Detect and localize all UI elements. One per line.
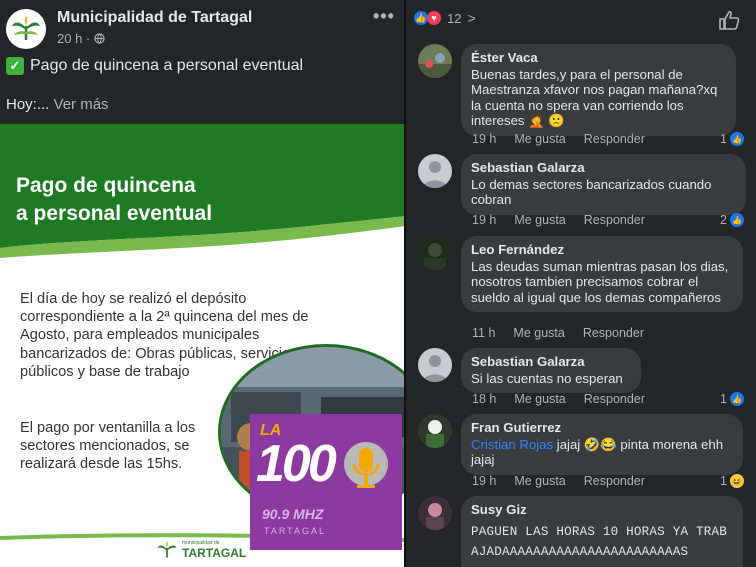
microphone-icon bbox=[344, 442, 388, 488]
profile-photo bbox=[418, 414, 452, 448]
comment-like-count: 1 bbox=[720, 132, 727, 146]
comment-like-count: 2 bbox=[720, 213, 727, 227]
reply-button[interactable]: Responder bbox=[583, 326, 644, 340]
like-comment-button[interactable]: Me gusta bbox=[513, 326, 564, 340]
comment-text: Si las cuentas no esperan bbox=[471, 370, 623, 386]
comment-actions: 18 h Me gusta Responder bbox=[472, 392, 645, 406]
comment-author[interactable]: Leo Fernández bbox=[471, 242, 733, 258]
post-image[interactable]: Pago de quincena a personal eventual El … bbox=[0, 124, 406, 567]
avatar[interactable] bbox=[418, 496, 452, 530]
radio-station-watermark: LA 100 90.9 MHZ TARTAGAL bbox=[250, 414, 402, 550]
like-reaction-icon: 👍 bbox=[730, 132, 744, 146]
comment-actions: 19 h Me gusta Responder bbox=[472, 132, 645, 146]
avatar[interactable] bbox=[418, 154, 452, 188]
radio-city: TARTAGAL bbox=[264, 526, 327, 536]
comment-author[interactable]: Susy Giz bbox=[471, 502, 733, 518]
comment-text: Lo demas sectores bancarizados cuando co… bbox=[471, 176, 712, 208]
post-timestamp[interactable]: 20 h · bbox=[57, 31, 105, 46]
comment-bubble: Fran Gutierrez Cristian Rojas jajaj 🤣😂 p… bbox=[461, 414, 743, 475]
like-comment-button[interactable]: Me gusta bbox=[514, 132, 565, 146]
love-reaction-icon: ♥ bbox=[427, 11, 441, 25]
comment-author[interactable]: Sebastian Galarza bbox=[471, 160, 736, 176]
comment-bubble: Leo Fernández Las deudas suman mientras … bbox=[461, 236, 743, 312]
comment-time[interactable]: 19 h bbox=[472, 213, 496, 227]
comment-author[interactable]: Éster Vaca bbox=[471, 50, 726, 66]
comment-reactions[interactable]: 1 👍 bbox=[720, 392, 744, 406]
comment-text: Buenas tardes,y para el personal de Maes… bbox=[471, 66, 718, 129]
chevron-right-icon: > bbox=[467, 10, 476, 26]
footer-brand-text: TARTAGAL bbox=[182, 546, 247, 560]
comment-reactions[interactable]: 1 😆 bbox=[720, 474, 744, 488]
comment-bubble: Éster Vaca Buenas tardes,y para el perso… bbox=[461, 44, 736, 136]
profile-photo bbox=[418, 44, 452, 78]
comments-panel: 👍 ♥ 12 > Éster Vaca Buenas tardes,y para… bbox=[406, 0, 756, 567]
profile-photo bbox=[418, 496, 452, 530]
radio-number: 100 bbox=[256, 435, 337, 493]
reactions-summary[interactable]: 👍 ♥ 12 > bbox=[414, 10, 476, 26]
comment-bubble: Sebastian Galarza Lo demas sectores banc… bbox=[461, 154, 746, 215]
profile-photo bbox=[418, 236, 452, 270]
reply-button[interactable]: Responder bbox=[584, 213, 645, 227]
avatar[interactable] bbox=[418, 414, 452, 448]
avatar[interactable] bbox=[418, 348, 452, 382]
page-avatar[interactable] bbox=[6, 9, 46, 49]
radio-frequency: 90.9 MHZ bbox=[262, 506, 324, 522]
municipality-logo-icon bbox=[12, 16, 40, 40]
reply-button[interactable]: Responder bbox=[584, 392, 645, 406]
haha-reaction-icon: 😆 bbox=[730, 474, 744, 488]
card-title: Pago de quincena a personal eventual bbox=[16, 174, 213, 225]
check-mark-icon: ✓ bbox=[6, 57, 24, 75]
like-button-icon[interactable] bbox=[718, 10, 740, 30]
comment-text: Las deudas suman mientras pasan los dias… bbox=[471, 258, 729, 305]
comment-like-count: 1 bbox=[720, 474, 727, 488]
more-options-button[interactable]: ••• bbox=[373, 6, 395, 27]
like-reaction-icon: 👍 bbox=[730, 392, 744, 406]
card-footer-logo: municipalidad de TARTAGAL bbox=[156, 540, 246, 560]
post-text-line2: Hoy:... Ver más bbox=[6, 96, 109, 113]
default-avatar-icon bbox=[418, 154, 452, 188]
post-headline: Pago de quincena a personal eventual bbox=[30, 57, 304, 74]
avatar[interactable] bbox=[418, 236, 452, 270]
comment-time[interactable]: 18 h bbox=[472, 392, 496, 406]
comment-reactions[interactable]: 1 👍 bbox=[720, 132, 744, 146]
reply-button[interactable]: Responder bbox=[584, 474, 645, 488]
comment-actions: 19 h Me gusta Responder bbox=[472, 474, 645, 488]
globe-icon bbox=[94, 33, 105, 44]
reply-button[interactable]: Responder bbox=[584, 132, 645, 146]
like-comment-button[interactable]: Me gusta bbox=[514, 392, 565, 406]
comment-actions: 11 h Me gusta Responder bbox=[472, 326, 644, 340]
mention-link[interactable]: Cristian Rojas bbox=[471, 437, 553, 452]
comment-bubble: Sebastian Galarza Si las cuentas no espe… bbox=[461, 348, 641, 393]
default-avatar-icon bbox=[418, 348, 452, 382]
comment-like-count: 1 bbox=[720, 392, 727, 406]
avatar[interactable] bbox=[418, 44, 452, 78]
post-text-prefix: Hoy:... bbox=[6, 96, 50, 113]
comment-author[interactable]: Fran Gutierrez bbox=[471, 420, 733, 436]
like-comment-button[interactable]: Me gusta bbox=[514, 474, 565, 488]
post-time: 20 h bbox=[57, 31, 83, 46]
like-comment-button[interactable]: Me gusta bbox=[514, 213, 565, 227]
like-reaction-icon: 👍 bbox=[414, 11, 428, 25]
like-reaction-icon: 👍 bbox=[730, 213, 744, 227]
page-name-link[interactable]: Municipalidad de Tartagal bbox=[57, 9, 252, 27]
comment-bubble: Susy Giz PAGUEN LAS HORAS 10 HORAS YA TR… bbox=[461, 496, 743, 567]
municipality-logo-icon bbox=[157, 541, 177, 558]
post-text-line1: ✓ Pago de quincena a personal eventual bbox=[6, 57, 303, 75]
comment-time[interactable]: 19 h bbox=[472, 474, 496, 488]
comment-time[interactable]: 11 h bbox=[472, 326, 495, 340]
comment-actions: 19 h Me gusta Responder bbox=[472, 213, 645, 227]
comment-time[interactable]: 19 h bbox=[472, 132, 496, 146]
comment-author[interactable]: Sebastian Galarza bbox=[471, 354, 631, 370]
card-body-paragraph-2: El pago por ventanilla a los sectores me… bbox=[20, 420, 196, 473]
see-more-link[interactable]: Ver más bbox=[54, 96, 109, 113]
comment-text: PAGUEN LAS HORAS 10 HORAS YA TRABAJADAAA… bbox=[471, 524, 727, 559]
reactions-count: 12 bbox=[447, 10, 462, 26]
comment-reactions[interactable]: 2 👍 bbox=[720, 213, 744, 227]
facebook-post: Municipalidad de Tartagal 20 h · ••• ✓ P… bbox=[0, 0, 406, 567]
